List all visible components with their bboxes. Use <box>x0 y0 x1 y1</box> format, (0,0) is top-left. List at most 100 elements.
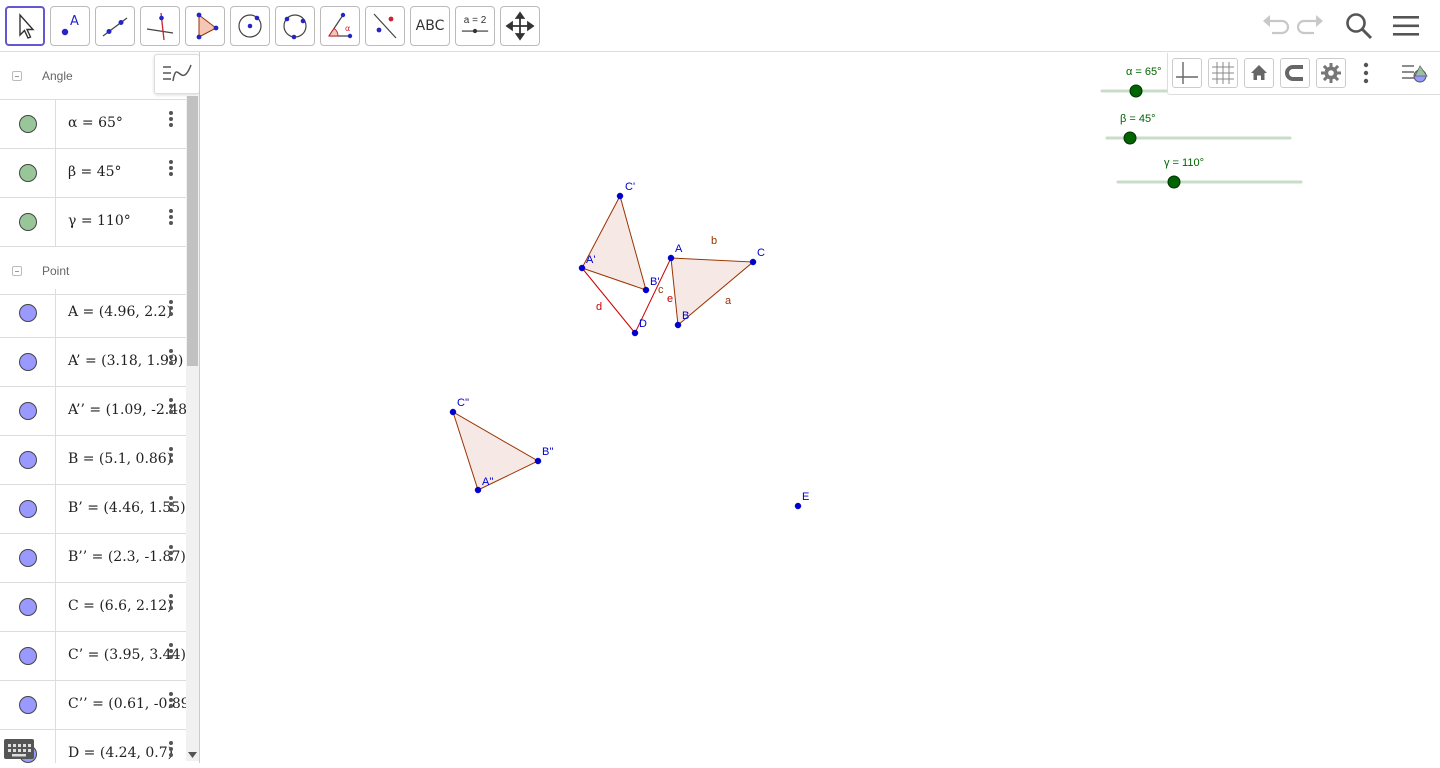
algebra-definition[interactable]: β = 45° <box>68 164 122 180</box>
group-header-point[interactable]: Point <box>0 247 186 295</box>
segment-tool[interactable] <box>95 6 135 46</box>
algebra-definition[interactable]: C = (6.6, 2.12) <box>68 598 173 614</box>
visibility-toggle-icon[interactable] <box>19 213 37 231</box>
more-vertical-icon[interactable] <box>166 544 176 564</box>
point-b-double-prime[interactable] <box>534 457 542 465</box>
more-vertical-icon[interactable] <box>166 208 176 228</box>
graphics-more-button[interactable] <box>1358 58 1374 88</box>
move-graphics-view-tool[interactable] <box>500 6 540 46</box>
visibility-toggle-icon[interactable] <box>19 647 37 665</box>
point-a[interactable] <box>667 254 675 262</box>
home-button[interactable] <box>1244 58 1274 88</box>
visibility-cell <box>0 485 56 533</box>
virtual-keyboard-button[interactable] <box>4 739 34 759</box>
visibility-toggle-icon[interactable] <box>19 402 37 420</box>
search-button[interactable] <box>1341 8 1377 44</box>
slider-alpha-knob[interactable] <box>1129 84 1143 98</box>
algebra-row[interactable]: C = (6.6, 2.12) <box>0 583 186 632</box>
slider-beta-knob[interactable] <box>1123 131 1137 145</box>
algebra-definition[interactable]: α = 65° <box>68 115 123 131</box>
circle-center-point-tool[interactable] <box>230 6 270 46</box>
point-c-prime[interactable] <box>616 192 624 200</box>
graphics-settings-button[interactable] <box>1316 58 1346 88</box>
more-vertical-icon[interactable] <box>166 691 176 711</box>
undo-button[interactable] <box>1257 8 1293 44</box>
algebra-definition[interactable]: A = (4.96, 2.2) <box>68 304 172 320</box>
visibility-toggle-icon[interactable] <box>19 353 37 371</box>
algebra-definition[interactable]: B = (5.1, 0.86) <box>68 451 172 467</box>
visibility-toggle-icon[interactable] <box>19 451 37 469</box>
angle-tool[interactable]: α <box>320 6 360 46</box>
algebra-row[interactable]: B’ = (4.46, 1.55) <box>0 485 186 534</box>
algebra-row[interactable]: α = 65° <box>0 100 186 149</box>
algebra-definition[interactable]: C’’ = (0.61, -0.89) <box>68 696 195 712</box>
more-vertical-icon[interactable] <box>166 299 176 319</box>
group-name: Angle <box>42 68 73 83</box>
text-tool[interactable]: ABC <box>410 6 450 46</box>
visibility-toggle-icon[interactable] <box>19 164 37 182</box>
collapse-icon[interactable] <box>12 70 22 81</box>
algebra-row[interactable]: C’’ = (0.61, -0.89) <box>0 681 195 730</box>
slider-beta[interactable]: β = 45° <box>1105 113 1292 145</box>
slider-tool-label: a = 2 <box>463 14 487 26</box>
algebra-row[interactable]: A’’ = (1.09, -2.48) <box>0 387 192 436</box>
point-c-double-prime[interactable] <box>449 408 457 416</box>
point-d[interactable] <box>631 329 639 337</box>
more-vertical-icon[interactable] <box>166 446 176 466</box>
visibility-toggle-icon[interactable] <box>19 598 37 616</box>
more-vertical-icon[interactable] <box>166 397 176 417</box>
toggle-style-bar-button[interactable] <box>1400 58 1434 88</box>
algebra-definition[interactable]: D = (4.24, 0.7) <box>68 745 173 761</box>
point-b-prime[interactable] <box>642 286 650 294</box>
more-vertical-icon[interactable] <box>166 495 176 515</box>
algebra-scrollbar[interactable] <box>186 96 199 761</box>
visibility-toggle-icon[interactable] <box>19 115 37 133</box>
perpendicular-line-tool[interactable] <box>140 6 180 46</box>
circle-three-points-tool[interactable] <box>275 6 315 46</box>
move-tool[interactable] <box>5 6 45 46</box>
algebra-row[interactable]: B = (5.1, 0.86) <box>0 436 186 485</box>
more-vertical-icon[interactable] <box>166 159 176 179</box>
more-vertical-icon[interactable] <box>166 740 176 760</box>
slider-gamma-knob[interactable] <box>1167 175 1181 189</box>
algebra-style-bar-button[interactable] <box>154 54 199 94</box>
point-a-prime[interactable] <box>578 264 586 272</box>
scroll-down-arrow-icon[interactable] <box>188 752 197 759</box>
redo-button[interactable] <box>1293 8 1329 44</box>
polygon-tool[interactable] <box>185 6 225 46</box>
algebra-row[interactable]: A’ = (3.18, 1.99) <box>0 338 186 387</box>
perpendicular-icon <box>146 12 174 41</box>
graphics-view[interactable]: a b c d e A B C A' B' C' A'' B'' C'' D E… <box>208 53 1440 763</box>
more-vertical-icon[interactable] <box>166 593 176 613</box>
point-capturing-button[interactable] <box>1280 58 1310 88</box>
slider-gamma[interactable]: γ = 110° <box>1116 157 1303 189</box>
reflect-about-line-tool[interactable] <box>365 6 405 46</box>
visibility-toggle-icon[interactable] <box>19 500 37 518</box>
grid-toggle-button[interactable] <box>1208 58 1238 88</box>
more-vertical-icon[interactable] <box>166 110 176 130</box>
collapse-icon[interactable] <box>12 265 22 276</box>
slider-tool[interactable]: a = 2 <box>455 6 495 46</box>
visibility-toggle-icon[interactable] <box>19 696 37 714</box>
algebra-row[interactable]: γ = 110° <box>0 198 186 247</box>
point-b[interactable] <box>674 321 682 329</box>
axes-toggle-button[interactable] <box>1172 58 1202 88</box>
algebra-row[interactable]: B’’ = (2.3, -1.87) <box>0 534 186 583</box>
visibility-toggle-icon[interactable] <box>19 304 37 322</box>
algebra-row[interactable]: A = (4.96, 2.2) <box>0 289 186 338</box>
triangle-a1b1c1[interactable] <box>581 194 647 291</box>
scrollbar-thumb[interactable] <box>187 96 198 366</box>
point-tool[interactable]: A <box>50 6 90 46</box>
graphics-canvas[interactable]: a b c d e A B C A' B' C' A'' B'' C'' D E… <box>208 53 1440 763</box>
more-vertical-icon[interactable] <box>166 348 176 368</box>
point-a-double-prime[interactable] <box>474 486 482 494</box>
algebra-row[interactable]: C’ = (3.95, 3.44) <box>0 632 186 681</box>
point-e[interactable] <box>794 502 802 510</box>
main-menu-button[interactable] <box>1388 8 1424 44</box>
point-c[interactable] <box>749 258 757 266</box>
algebra-definition[interactable]: γ = 110° <box>68 213 131 229</box>
visibility-toggle-icon[interactable] <box>19 549 37 567</box>
algebra-row[interactable]: β = 45° <box>0 149 186 198</box>
triangle-a2b2c2[interactable] <box>452 410 540 491</box>
more-vertical-icon[interactable] <box>166 642 176 662</box>
